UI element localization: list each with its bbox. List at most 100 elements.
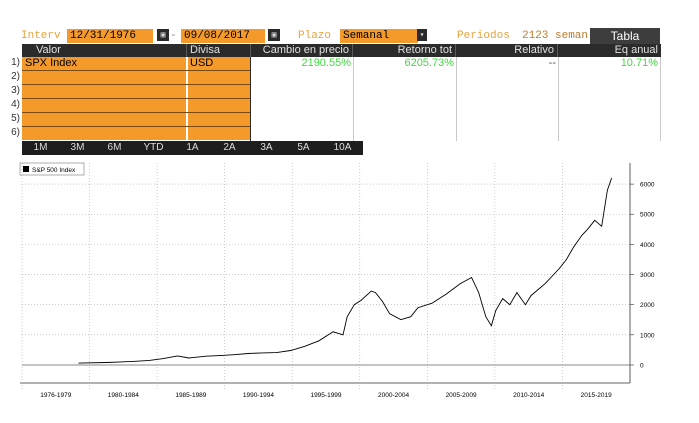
data-point — [290, 350, 291, 351]
data-point — [607, 189, 608, 191]
tab-6m[interactable]: 6M — [96, 141, 133, 155]
data-point — [530, 295, 532, 296]
chevron-down-icon[interactable]: ▾ — [417, 29, 427, 41]
column-header-retorno[interactable]: Retorno tot — [353, 44, 456, 57]
column-header-cambio[interactable]: Cambio en precio — [251, 44, 353, 57]
data-point — [566, 259, 567, 260]
y-tick-label: 0 — [640, 362, 644, 369]
data-point — [177, 355, 178, 357]
row-number: 6) — [11, 127, 20, 138]
line-chart: S&P 500 Index 0100020003000400050006000 … — [19, 162, 655, 399]
table-row-retorno: 6205.73% — [404, 57, 454, 69]
data-point — [400, 319, 402, 321]
tab-1m[interactable]: 1M — [22, 141, 59, 155]
column-header-divisa[interactable]: Divisa — [187, 44, 251, 57]
interval-label: Interv — [21, 30, 61, 42]
data-point — [353, 304, 355, 305]
row-number: 4) — [11, 99, 20, 110]
data-point — [205, 355, 207, 357]
data-point — [611, 177, 612, 179]
data-point — [445, 293, 447, 295]
data-point — [587, 229, 588, 230]
x-tick-label: 1990-1994 — [243, 392, 274, 399]
data-point — [601, 225, 603, 227]
y-tick-label: 1000 — [640, 332, 655, 339]
legend-label: S&P 500 Index — [32, 167, 76, 174]
data-point — [525, 304, 526, 305]
table-row-divisa[interactable]: USD — [190, 57, 213, 70]
start-date-field[interactable]: 12/31/1976 — [67, 29, 153, 43]
chart-legend: S&P 500 Index — [19, 162, 85, 176]
data-point — [332, 331, 334, 333]
data-point — [410, 316, 412, 318]
data-point — [318, 340, 320, 342]
table-row-relativo: -- — [548, 57, 556, 69]
data-point — [346, 316, 348, 318]
calendar-icon-end[interactable]: ▣ — [268, 29, 280, 41]
data-point — [460, 283, 461, 284]
row-number: 3) — [11, 85, 20, 96]
plazo-select[interactable]: Semanal — [340, 29, 418, 43]
tab-3a[interactable]: 3A — [248, 141, 285, 155]
row-number: 1) — [11, 57, 20, 68]
table-button[interactable]: Tabla — [590, 28, 660, 44]
tab-ytd[interactable]: YTD — [133, 141, 174, 155]
tab-10a[interactable]: 10A — [322, 141, 363, 155]
data-point — [120, 361, 122, 363]
data-point — [304, 345, 306, 347]
data-point — [471, 277, 472, 278]
data-point — [573, 247, 574, 248]
calendar-icon[interactable]: ▣ — [157, 29, 169, 41]
column-header-relativo[interactable]: Relativo — [456, 44, 558, 57]
data-point — [509, 304, 511, 305]
y-tick-label: 5000 — [640, 212, 655, 219]
data-point — [247, 353, 249, 354]
end-date-field[interactable]: 09/08/2017 — [181, 29, 265, 43]
data-point — [134, 361, 136, 362]
x-tick-label: 2000-2004 — [378, 392, 409, 399]
data-point — [516, 292, 518, 293]
chart-area: S&P 500 Index 0 1000 2000 3000 4000 5000 6000 … — [0, 155, 699, 419]
data-point — [148, 360, 150, 361]
tab-3m[interactable]: 3M — [59, 141, 96, 155]
y-tick-label: 3000 — [640, 272, 655, 279]
data-point — [191, 357, 192, 359]
data-point — [478, 292, 480, 293]
data-point — [342, 334, 344, 336]
y-tick-label: 6000 — [640, 182, 655, 189]
x-tick-label: 2005-2009 — [446, 392, 477, 399]
data-point — [219, 355, 221, 356]
x-tick-label: 1980-1984 — [108, 392, 139, 399]
data-point — [262, 352, 263, 354]
column-header-eq-anual[interactable]: Eq anual — [558, 44, 661, 57]
table-header: Valor Divisa Cambio en precio Retorno to… — [22, 44, 661, 57]
tab-2a[interactable]: 2A — [211, 141, 248, 155]
column-header-valor[interactable]: Valor — [22, 44, 187, 57]
data-point — [188, 357, 190, 359]
x-tick-label: 1995-1999 — [310, 392, 341, 399]
tab-1a[interactable]: 1A — [174, 141, 211, 155]
x-tick-label: 1985-1989 — [175, 392, 206, 399]
table-row-eq: 10.71% — [620, 57, 658, 69]
row-number: 5) — [11, 113, 20, 124]
data-point — [417, 307, 419, 308]
data-point — [544, 283, 546, 284]
data-point — [106, 362, 108, 363]
data-point — [375, 292, 376, 293]
periods-label: Periodos — [457, 30, 510, 42]
y-tick-label: 2000 — [640, 302, 655, 309]
plazo-label: Plazo — [298, 30, 332, 42]
data-point — [495, 310, 496, 311]
data-point — [78, 362, 79, 364]
data-point — [431, 302, 433, 304]
x-tick-label: 1976-1979 — [40, 392, 71, 399]
data-point — [559, 268, 560, 269]
row-number: 2) — [11, 71, 20, 82]
x-tick-label: 2015-2019 — [581, 392, 612, 399]
tab-5a[interactable]: 5A — [285, 141, 322, 155]
table-row-valor[interactable]: SPX Index — [25, 57, 77, 70]
period-tabs: 1M 3M 6M YTD 1A 2A 3A 5A 10A — [22, 141, 363, 155]
data-point — [276, 352, 277, 353]
data-point — [594, 219, 595, 221]
data-point — [233, 354, 235, 355]
